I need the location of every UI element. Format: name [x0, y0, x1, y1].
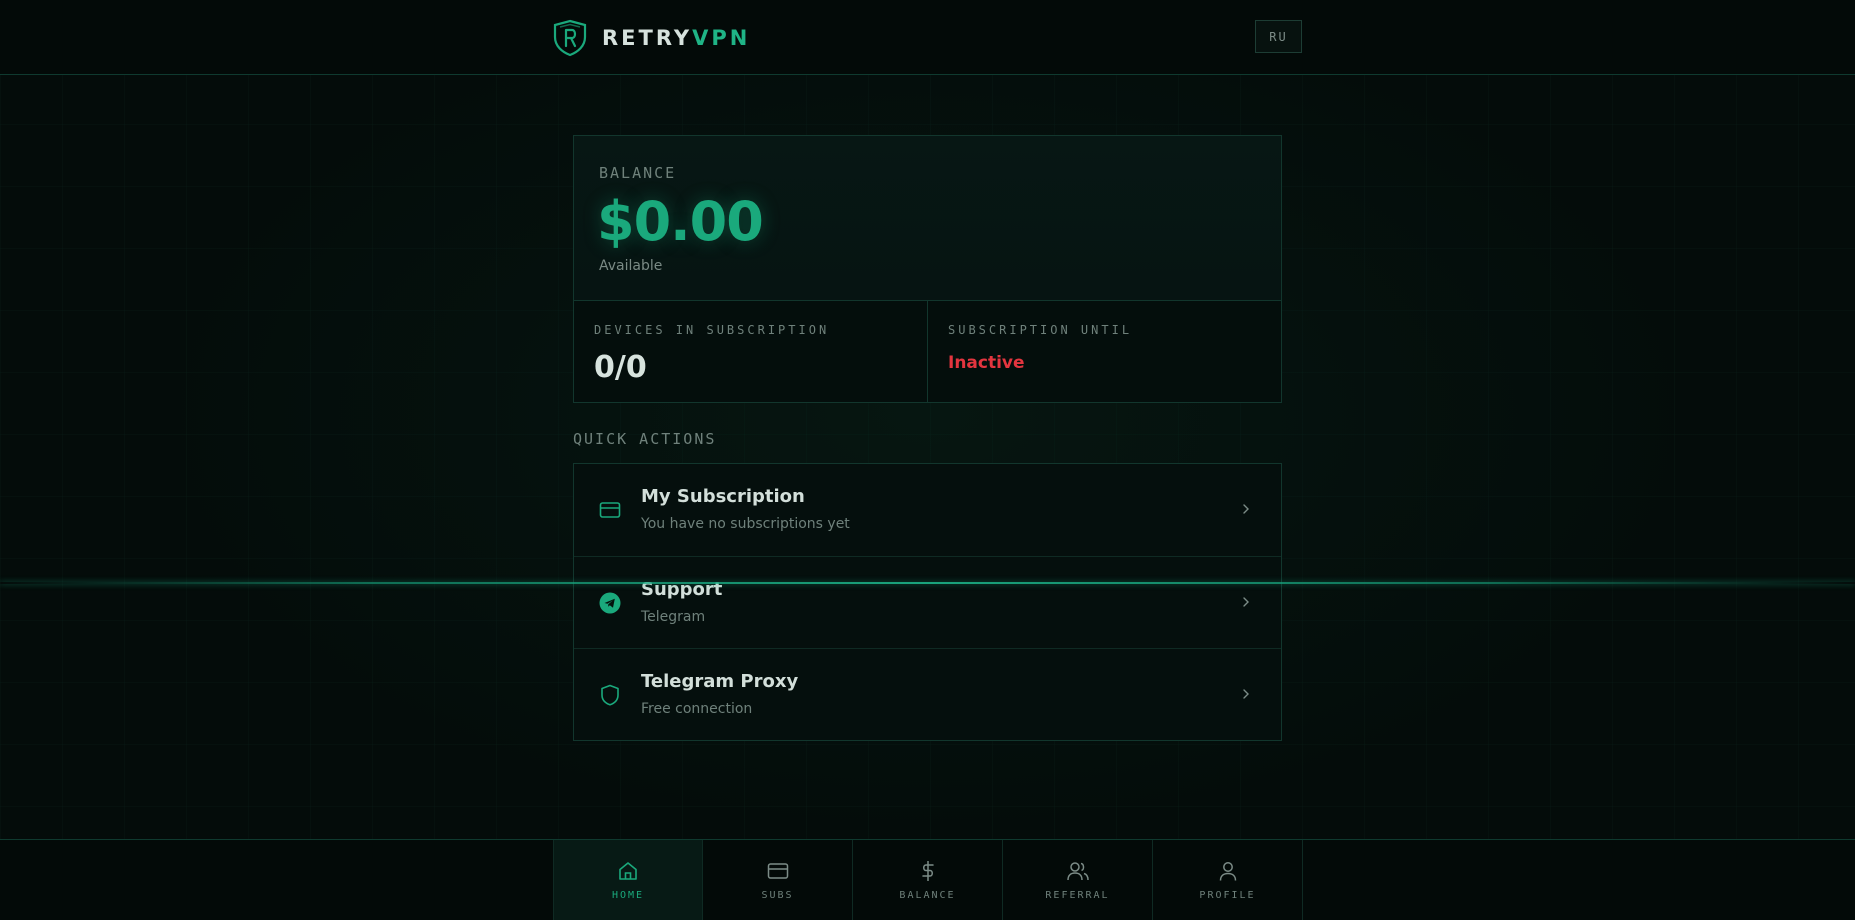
my-subscription-action[interactable]: My Subscription You have no subscription… [574, 464, 1281, 556]
users-icon [1066, 859, 1090, 883]
balance-card: BALANCE $0.00 Available [573, 135, 1282, 301]
action-title: Telegram Proxy [641, 671, 799, 692]
action-subtitle: Telegram [641, 609, 706, 625]
nav-balance[interactable]: BALANCE [853, 840, 1003, 920]
telegram-proxy-action[interactable]: Telegram Proxy Free connection [574, 648, 1281, 740]
brand-name-part1: RETRY [602, 26, 693, 50]
user-icon [1216, 859, 1240, 883]
subscription-until-label: SUBSCRIPTION UNTIL [948, 323, 1133, 337]
nav-label: HOME [611, 890, 645, 901]
credit-card-icon [599, 499, 621, 521]
nav-label: SUBS [761, 890, 794, 901]
chevron-right-icon [1243, 689, 1249, 699]
dollar-icon [916, 859, 940, 883]
nav-profile[interactable]: PROFILE [1153, 840, 1303, 920]
nav-referral[interactable]: REFERRAL [1003, 840, 1153, 920]
brand-name-part2: VPN [692, 26, 751, 50]
quick-actions-title: QUICK ACTIONS [573, 430, 717, 448]
nav-label: BALANCE [899, 890, 956, 901]
language-button[interactable]: RU [1255, 20, 1302, 53]
credit-card-icon [766, 859, 790, 883]
nav-subs[interactable]: SUBS [703, 840, 853, 920]
brand-logo[interactable]: RETRYVPN [552, 19, 750, 57]
bottom-navigation: HOME SUBS BALANCE REFERRAL PROFILE [0, 839, 1855, 920]
subscription-until-stat: SUBSCRIPTION UNTIL Inactive [927, 301, 1281, 402]
telegram-icon [599, 592, 621, 614]
subscription-stats: DEVICES IN SUBSCRIPTION 0/0 SUBSCRIPTION… [573, 301, 1282, 403]
action-subtitle: You have no subscriptions yet [641, 516, 850, 532]
nav-label: REFERRAL [1045, 890, 1110, 901]
home-icon [616, 859, 640, 883]
nav-home[interactable]: HOME [553, 840, 703, 920]
shield-icon [599, 684, 621, 706]
balance-available-text: Available [599, 258, 663, 274]
devices-label: DEVICES IN SUBSCRIPTION [594, 323, 830, 337]
app-page: RETRYVPN RU BALANCE $0.00 Available DEVI… [0, 0, 1855, 920]
top-header: RETRYVPN RU [0, 0, 1855, 75]
subscription-status: Inactive [948, 353, 1025, 373]
support-action[interactable]: Support Telegram [574, 556, 1281, 648]
action-title: My Subscription [641, 486, 805, 507]
devices-value: 0/0 [594, 350, 647, 385]
shield-logo-icon [553, 19, 587, 57]
balance-label: BALANCE [599, 164, 677, 182]
brand-name: RETRYVPN [602, 26, 750, 50]
scanline-decoration [0, 582, 1855, 584]
chevron-right-icon [1243, 504, 1249, 514]
action-subtitle: Free connection [641, 701, 753, 717]
nav-label: PROFILE [1199, 890, 1256, 901]
balance-amount: $0.00 [597, 190, 764, 253]
devices-stat: DEVICES IN SUBSCRIPTION 0/0 [574, 301, 927, 402]
quick-actions-list: My Subscription You have no subscription… [573, 463, 1282, 741]
chevron-right-icon [1243, 597, 1249, 607]
